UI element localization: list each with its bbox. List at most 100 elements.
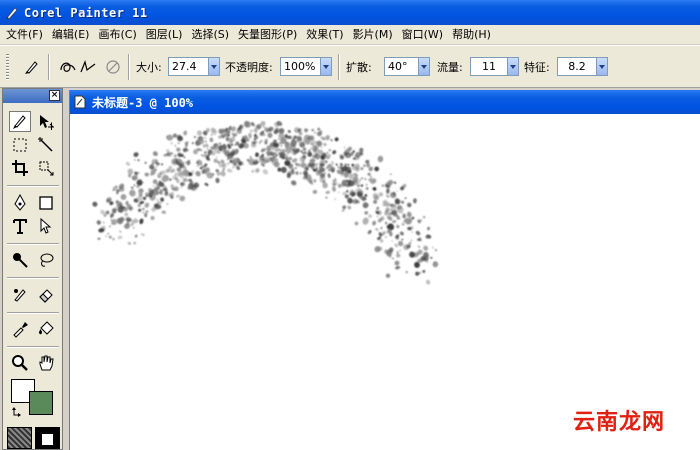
paint-droplet (313, 179, 317, 183)
brush-tool-icon[interactable] (22, 58, 42, 76)
paint-bucket-tool[interactable] (35, 318, 57, 339)
dropper-tool[interactable] (9, 318, 31, 339)
paint-droplet (365, 183, 368, 186)
close-icon[interactable]: × (49, 90, 60, 101)
size-dropdown-button[interactable] (208, 57, 220, 76)
transform-tool[interactable] (35, 157, 57, 178)
paint-droplet (432, 246, 434, 249)
cloner-brush-icon (14, 288, 26, 302)
paint-droplet (406, 201, 412, 208)
reset-tool-icon[interactable] (103, 58, 123, 76)
paint-droplet (386, 188, 390, 194)
paint-droplet (391, 257, 395, 260)
paint-droplet (395, 266, 401, 270)
paint-droplet (255, 152, 259, 158)
menu-file[interactable]: 文件(F) (2, 25, 48, 45)
paint-droplet (159, 202, 162, 204)
spread-dropdown-button[interactable] (418, 57, 430, 76)
dodge-icon (13, 252, 28, 268)
paint-droplet (205, 140, 207, 143)
grabber-tool[interactable] (35, 352, 57, 373)
magnifier-icon (12, 354, 28, 371)
straight-line-stroke-icon[interactable] (78, 58, 98, 76)
paint-droplet (170, 142, 173, 145)
freehand-stroke-icon[interactable] (58, 58, 78, 76)
gradient-selector[interactable] (35, 427, 60, 449)
lasso-tool[interactable] (35, 249, 57, 270)
document-window: 未标题-3 @ 100% 云南龙网 (69, 90, 700, 450)
pointer-icon (40, 217, 52, 234)
feature-dropdown-button[interactable] (596, 57, 608, 76)
drawing-canvas[interactable]: 云南龙网 (70, 114, 700, 450)
paint-droplet (109, 212, 115, 218)
text-tool[interactable] (9, 215, 31, 236)
flow-dropdown-button[interactable] (507, 57, 519, 76)
flow-input[interactable]: 11 (470, 57, 508, 76)
separator (338, 54, 340, 80)
rectangular-selection-tool[interactable] (9, 134, 31, 155)
paint-droplet (320, 146, 323, 149)
eraser-tool[interactable] (35, 284, 57, 305)
menu-select[interactable]: 选择(S) (187, 25, 234, 45)
size-input[interactable]: 27.4 (168, 57, 210, 76)
paint-droplet (360, 177, 364, 180)
paint-droplet (174, 144, 177, 147)
paint-droplet (342, 205, 347, 210)
additional-color-swatch[interactable] (29, 391, 53, 415)
paint-droplet (134, 159, 136, 161)
property-bar: 大小: 27.4 不透明度: 100% 扩散: 40° 流量: 11 特征: 8… (0, 45, 700, 88)
paint-droplet (364, 211, 369, 215)
menu-layers[interactable]: 图层(L) (142, 25, 188, 45)
paint-droplet (137, 159, 140, 162)
dodge-tool[interactable] (9, 249, 31, 270)
paint-droplet (140, 233, 145, 237)
paint-droplet (376, 216, 379, 218)
paint-droplet (203, 136, 207, 139)
paint-droplet (332, 150, 337, 155)
paint-droplet (393, 181, 397, 184)
paint-droplet (196, 130, 202, 136)
paint-droplet (343, 146, 346, 149)
layer-adjuster-tool[interactable] (35, 111, 57, 132)
menu-canvas[interactable]: 画布(C) (94, 25, 141, 45)
menu-movie[interactable]: 影片(M) (349, 25, 398, 45)
paint-droplet (180, 186, 183, 188)
pen-tool[interactable] (9, 192, 31, 213)
separator (48, 54, 50, 80)
paint-droplet (312, 189, 318, 194)
paint-droplet (117, 235, 123, 240)
paint-droplet (394, 260, 400, 266)
toolbar-grip[interactable] (6, 54, 9, 80)
opacity-input[interactable]: 100% (280, 57, 322, 76)
paint-droplet (360, 167, 364, 171)
document-title-bar[interactable]: 未标题-3 @ 100% (70, 90, 700, 114)
magnifier-tool[interactable] (9, 352, 31, 373)
paint-droplet (129, 190, 136, 197)
magic-wand-tool[interactable] (35, 134, 57, 155)
opacity-dropdown-button[interactable] (320, 57, 332, 76)
flow-label: 流量: (437, 61, 463, 74)
rectangle-shape-tool[interactable] (35, 192, 57, 213)
menu-shapes[interactable]: 矢量图形(P) (234, 25, 302, 45)
paint-droplet (337, 183, 342, 188)
paint-droplet (277, 167, 282, 172)
paint-droplet (112, 237, 115, 241)
brush-tool[interactable] (9, 111, 31, 132)
spread-input[interactable]: 40° (384, 57, 420, 76)
feature-input[interactable]: 8.2 (557, 57, 597, 76)
cloner-tool[interactable] (9, 284, 31, 305)
toolbox-header[interactable]: × (3, 89, 62, 103)
paint-droplet (367, 172, 371, 176)
paper-selector[interactable] (7, 427, 32, 449)
menu-window[interactable]: 窗口(W) (398, 25, 448, 45)
menu-effects[interactable]: 效果(T) (302, 25, 348, 45)
size-label: 大小: (136, 61, 162, 74)
shape-selection-tool[interactable] (35, 215, 57, 236)
menu-help[interactable]: 帮助(H) (448, 25, 496, 45)
swap-colors-icon[interactable] (11, 406, 23, 418)
paint-droplet (288, 156, 292, 161)
paint-droplet (396, 190, 398, 193)
paint-droplet (372, 220, 376, 226)
menu-edit[interactable]: 编辑(E) (48, 25, 95, 45)
crop-tool[interactable] (9, 157, 31, 178)
